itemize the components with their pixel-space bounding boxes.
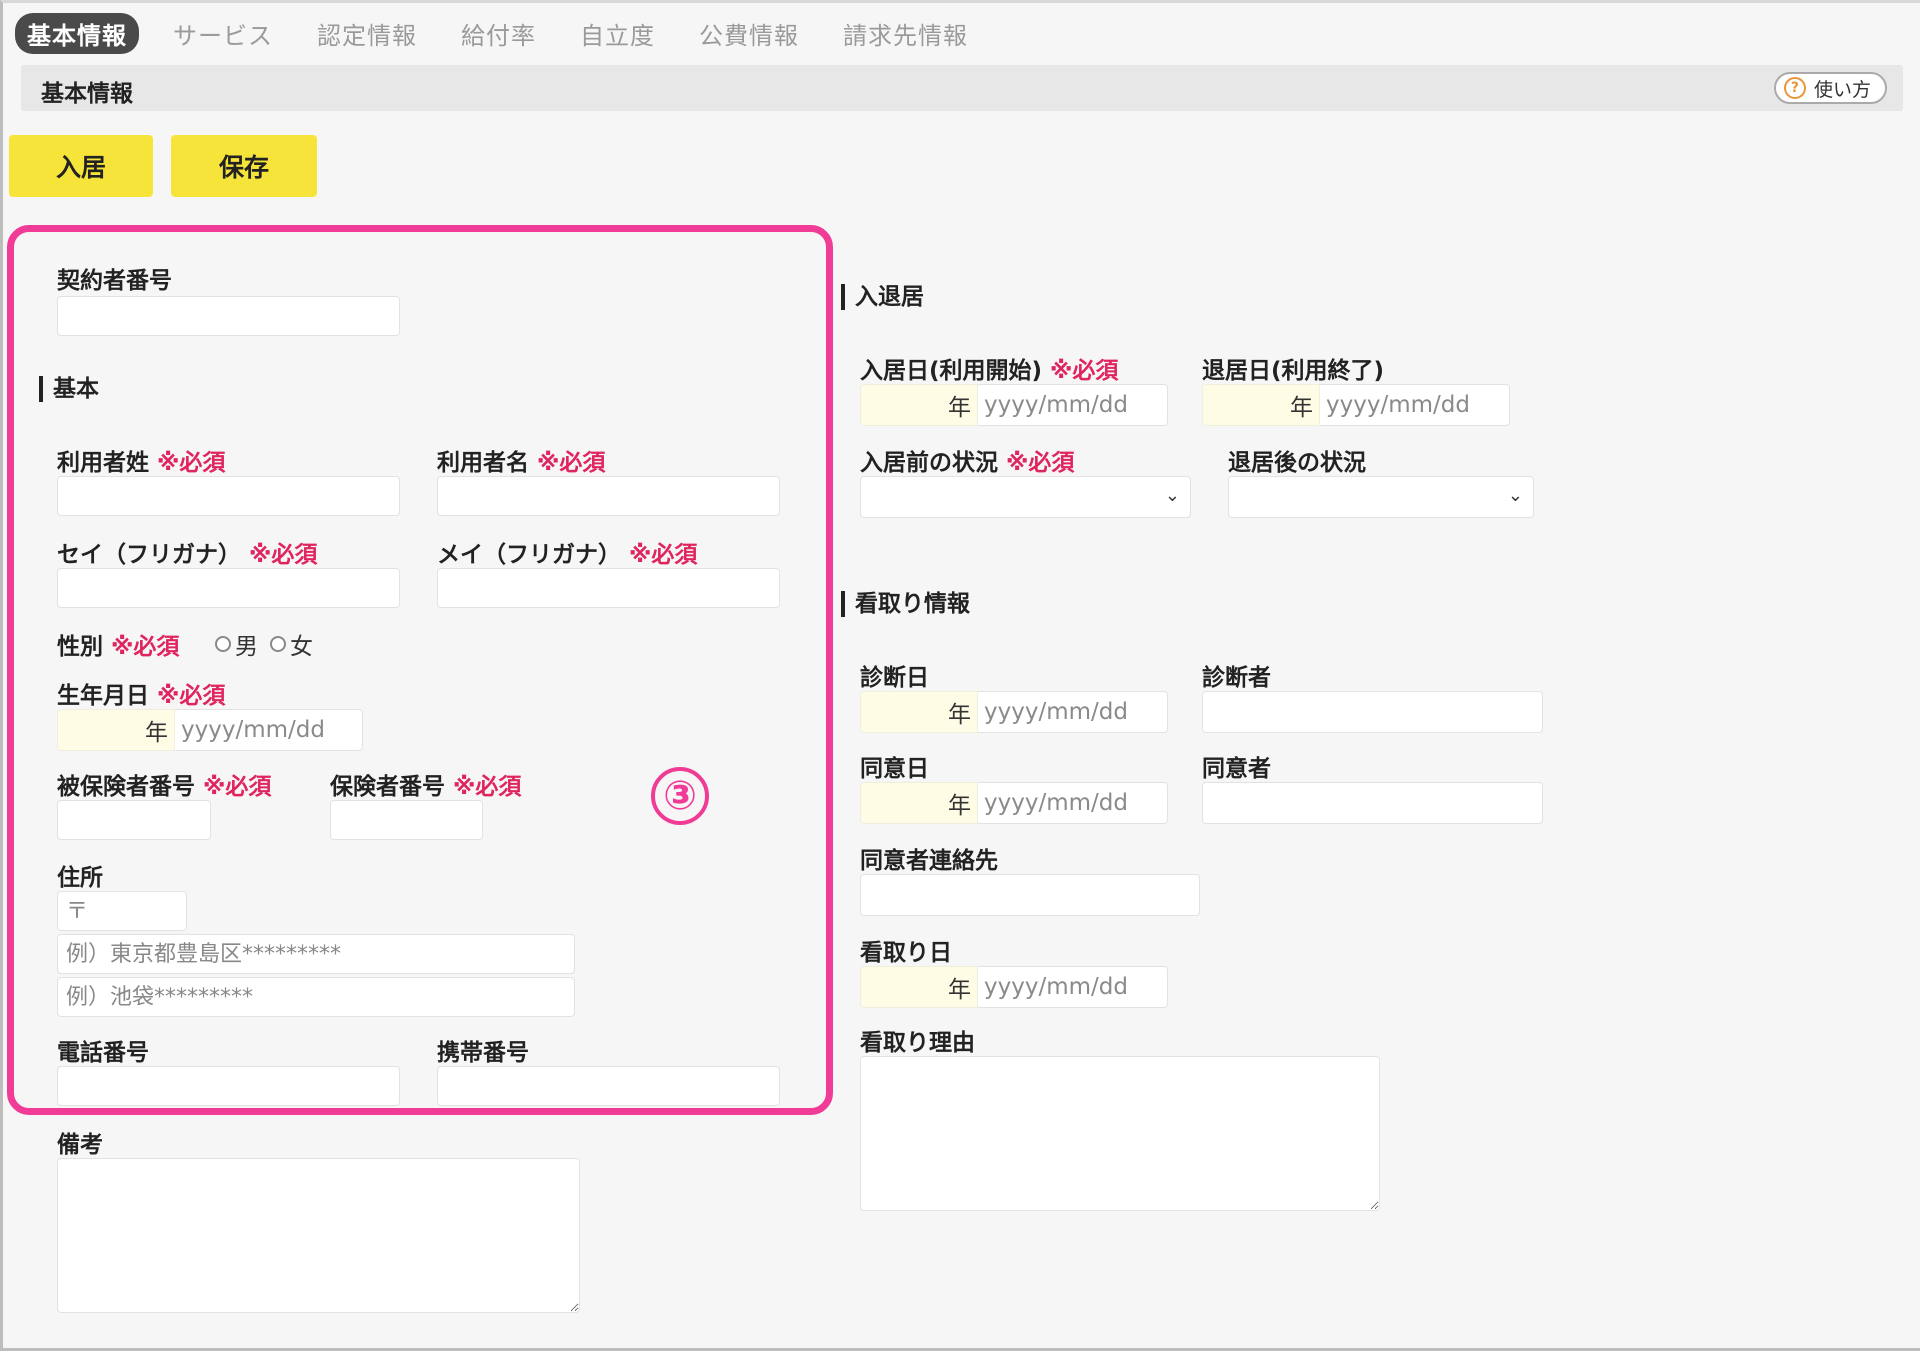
tab-benefit-rate[interactable]: 給付率 bbox=[461, 16, 536, 51]
consenter-contact-input[interactable] bbox=[860, 874, 1200, 916]
address-label: 住所 bbox=[57, 865, 103, 891]
address1-input[interactable] bbox=[57, 934, 575, 974]
terminal-date-input[interactable] bbox=[978, 966, 1168, 1008]
first-name-label: 利用者名 ※必須 bbox=[437, 450, 606, 476]
move-out-date-input[interactable] bbox=[1320, 384, 1510, 426]
before-status-label: 入居前の状況 ※必須 bbox=[860, 450, 1075, 476]
terminal-section-title: 看取り情報 bbox=[841, 591, 970, 617]
diagnosis-year-box[interactable]: 年 bbox=[860, 691, 978, 733]
insured-no-input[interactable] bbox=[57, 800, 211, 840]
birth-date-input[interactable] bbox=[175, 709, 363, 751]
consenter-input[interactable] bbox=[1202, 782, 1543, 824]
first-kana-input[interactable] bbox=[437, 568, 780, 608]
after-status-select[interactable]: ⌄ bbox=[1228, 476, 1534, 518]
chevron-down-icon: ⌄ bbox=[1164, 485, 1180, 506]
move-out-date-label: 退居日(利用終了) bbox=[1202, 358, 1385, 384]
tab-basic-info[interactable]: 基本情報 bbox=[15, 13, 139, 54]
terminal-date-label: 看取り日 bbox=[860, 940, 952, 966]
phone-input[interactable] bbox=[57, 1066, 400, 1106]
terminal-reason-textarea[interactable] bbox=[860, 1056, 1380, 1211]
annotation-number: ③ bbox=[651, 767, 709, 825]
page-title: 基本情報 bbox=[41, 81, 133, 107]
help-label: 使い方 bbox=[1813, 78, 1871, 101]
diagnosis-date-input[interactable] bbox=[978, 691, 1168, 733]
mobile-input[interactable] bbox=[437, 1066, 780, 1106]
postal-code-input[interactable] bbox=[57, 891, 187, 931]
insurer-no-label: 保険者番号 ※必須 bbox=[330, 774, 522, 800]
terminal-year-box[interactable]: 年 bbox=[860, 966, 978, 1008]
required-mark: ※必須 bbox=[157, 683, 226, 709]
required-mark: ※必須 bbox=[203, 774, 272, 800]
section-header: 基本情報 ? 使い方 bbox=[21, 65, 1903, 111]
diagnosis-date-label: 診断日 bbox=[860, 665, 929, 691]
contract-no-input[interactable] bbox=[57, 296, 400, 336]
insured-no-label: 被保険者番号 ※必須 bbox=[57, 774, 272, 800]
move-in-button[interactable]: 入居 bbox=[9, 135, 153, 197]
required-mark: ※必須 bbox=[1050, 358, 1119, 384]
last-name-input[interactable] bbox=[57, 476, 400, 516]
move-in-year-box[interactable]: 年 bbox=[860, 384, 978, 426]
required-mark: ※必須 bbox=[157, 450, 226, 476]
move-section-title: 入退居 bbox=[841, 284, 924, 310]
last-kana-label: セイ（フリガナ） ※必須 bbox=[57, 542, 318, 568]
tab-billing[interactable]: 請求先情報 bbox=[843, 16, 968, 51]
first-name-input[interactable] bbox=[437, 476, 780, 516]
consent-date-label: 同意日 bbox=[860, 756, 929, 782]
required-mark: ※必須 bbox=[1006, 450, 1075, 476]
last-kana-input[interactable] bbox=[57, 568, 400, 608]
address2-input[interactable] bbox=[57, 977, 575, 1017]
chevron-down-icon: ⌄ bbox=[1507, 485, 1523, 506]
terminal-date-field: 年 bbox=[860, 966, 1168, 1008]
required-mark: ※必須 bbox=[249, 542, 318, 568]
question-icon: ? bbox=[1783, 77, 1806, 99]
notes-textarea[interactable] bbox=[57, 1158, 580, 1313]
app-frame: 基本情報 サービス 認定情報 給付率 自立度 公費情報 請求先情報 基本情報 ?… bbox=[0, 0, 1920, 1351]
required-mark: ※必須 bbox=[537, 450, 606, 476]
gender-radio-group: 男 女 bbox=[215, 627, 325, 661]
diagnoser-input[interactable] bbox=[1202, 691, 1543, 733]
birth-date-field: 年 bbox=[57, 709, 363, 751]
contract-no-label: 契約者番号 bbox=[57, 268, 172, 294]
tab-service[interactable]: サービス bbox=[173, 16, 273, 51]
diagnosis-date-field: 年 bbox=[860, 691, 1168, 733]
move-in-date-label: 入居日(利用開始) ※必須 bbox=[860, 358, 1119, 384]
after-status-label: 退居後の状況 bbox=[1228, 450, 1366, 476]
gender-label: 性別 ※必須 bbox=[57, 634, 180, 660]
notes-label: 備考 bbox=[57, 1132, 103, 1158]
move-out-year-box[interactable]: 年 bbox=[1202, 384, 1320, 426]
phone-label: 電話番号 bbox=[57, 1040, 149, 1066]
consent-date-input[interactable] bbox=[978, 782, 1168, 824]
diagnoser-label: 診断者 bbox=[1202, 665, 1271, 691]
required-mark: ※必須 bbox=[453, 774, 522, 800]
gender-male-radio[interactable]: 男 bbox=[215, 627, 258, 661]
tab-public-expense[interactable]: 公費情報 bbox=[699, 16, 799, 51]
basic-section-title: 基本 bbox=[39, 376, 99, 402]
terminal-reason-label: 看取り理由 bbox=[860, 1030, 975, 1056]
help-button[interactable]: ? 使い方 bbox=[1773, 72, 1887, 104]
save-button[interactable]: 保存 bbox=[171, 135, 317, 197]
tab-independence[interactable]: 自立度 bbox=[580, 16, 655, 51]
birth-label: 生年月日 ※必須 bbox=[57, 683, 226, 709]
required-mark: ※必須 bbox=[111, 634, 180, 660]
consent-date-field: 年 bbox=[860, 782, 1168, 824]
last-name-label: 利用者姓 ※必須 bbox=[57, 450, 226, 476]
birth-year-box[interactable]: 年 bbox=[57, 709, 175, 751]
insurer-no-input[interactable] bbox=[330, 800, 483, 840]
required-mark: ※必須 bbox=[629, 542, 698, 568]
tab-bar: 基本情報 サービス 認定情報 給付率 自立度 公費情報 請求先情報 bbox=[15, 13, 1012, 54]
consent-year-box[interactable]: 年 bbox=[860, 782, 978, 824]
consenter-contact-label: 同意者連絡先 bbox=[860, 848, 998, 874]
gender-female-radio[interactable]: 女 bbox=[270, 627, 313, 661]
move-out-date-field: 年 bbox=[1202, 384, 1510, 426]
move-in-date-field: 年 bbox=[860, 384, 1168, 426]
move-in-date-input[interactable] bbox=[978, 384, 1168, 426]
before-status-select[interactable]: ⌄ bbox=[860, 476, 1191, 518]
mobile-label: 携帯番号 bbox=[437, 1040, 529, 1066]
first-kana-label: メイ（フリガナ） ※必須 bbox=[437, 542, 698, 568]
tab-certification[interactable]: 認定情報 bbox=[317, 16, 417, 51]
consenter-label: 同意者 bbox=[1202, 756, 1271, 782]
